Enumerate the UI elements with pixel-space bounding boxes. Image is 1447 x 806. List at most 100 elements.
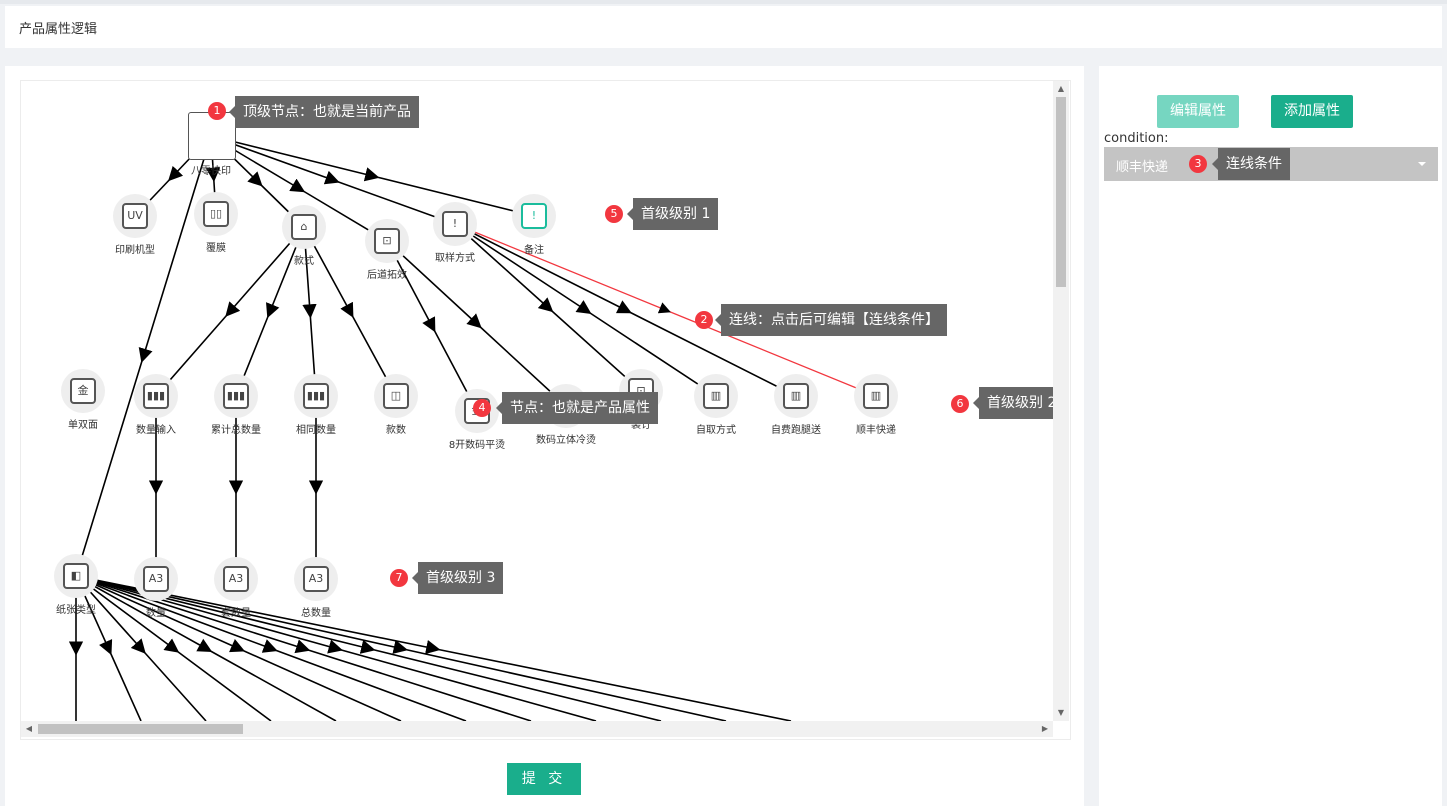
horizontal-scroll-thumb[interactable] <box>38 724 243 734</box>
node-label: 款数 <box>386 425 406 436</box>
page-header: 产品属性逻辑 <box>5 6 1442 48</box>
top-strip <box>0 0 1447 4</box>
node-note[interactable]: ! 备注 <box>489 194 579 256</box>
annotation-badge: 1 <box>208 102 226 120</box>
books-icon: ▮▮▮ <box>303 383 329 409</box>
style-icon: ⌂ <box>291 214 317 240</box>
node-setqty[interactable]: A3 套数量 <box>191 557 281 619</box>
node-circle: ◫ <box>374 374 418 418</box>
node-circle: ! <box>433 202 477 246</box>
node-label: 备注 <box>524 245 544 256</box>
vertical-scroll-thumb[interactable] <box>1056 97 1066 287</box>
edit-attribute-button[interactable]: 编辑属性 <box>1157 95 1239 128</box>
a3-icon: A3 <box>143 566 169 592</box>
node-label: 数量输入 <box>136 425 176 436</box>
root-node[interactable] <box>188 112 236 160</box>
condition-label: condition: <box>1104 131 1169 146</box>
node-label: 取样方式 <box>435 253 475 264</box>
node-circle: ◧ <box>54 554 98 598</box>
scroll-up-icon[interactable]: ▲ <box>1056 83 1066 95</box>
annotation-badge: 5 <box>605 205 623 223</box>
node-label: 印刷机型 <box>115 245 155 256</box>
crop-icon: ⊡ <box>374 228 400 254</box>
uv-icon: UV <box>122 203 148 229</box>
annotation-badge: 3 <box>1189 155 1207 173</box>
annotation-tooltip: 连线：点击后可编辑【连线条件】 <box>715 304 947 336</box>
node-label: 数量 <box>146 608 166 619</box>
node-style[interactable]: ⌂ 款式 <box>259 205 349 267</box>
chevron-down-icon <box>1418 162 1426 166</box>
node-circle: 金 <box>61 369 105 413</box>
bar-chart-icon: ▥ <box>703 383 729 409</box>
node-run[interactable]: ▥ 自费跑腿送 <box>751 374 841 436</box>
film-icon: ▯▯ <box>203 201 229 227</box>
side-icon: 金 <box>70 378 96 404</box>
annotation-tooltip: 首级级别 2 <box>972 387 1065 419</box>
scroll-left-icon[interactable]: ◀ <box>23 723 35 735</box>
node-circle: A3 <box>214 557 258 601</box>
node-circle: A3 <box>134 557 178 601</box>
node-circle: ▮▮▮ <box>294 374 338 418</box>
a3-icon: A3 <box>303 566 329 592</box>
node-label: 覆膜 <box>206 243 226 254</box>
node-circle: UV <box>113 194 157 238</box>
node-total[interactable]: ▮▮▮ 累计总数量 <box>191 374 281 436</box>
node-uv[interactable]: UV 印刷机型 <box>90 194 180 256</box>
node-circle: ▥ <box>854 374 898 418</box>
submit-button[interactable]: 提 交 <box>507 763 581 795</box>
node-label: 8开数码平烫 <box>448 440 506 451</box>
books-icon: ▮▮▮ <box>223 383 249 409</box>
graph-canvas[interactable]: 八零快印 UV 印刷机型 ▯▯ 覆膜 ⌂ 款式 ⊡ 后道拓效! 取样方式! 备注金单双面 ▮▮▮ 数量… <box>20 80 1071 740</box>
a3-icon: A3 <box>223 566 249 592</box>
node-circle: ▯▯ <box>194 192 238 236</box>
node-totalqty[interactable]: A3 总数量 <box>271 557 361 619</box>
node-count[interactable]: ◫ 款数 <box>351 374 441 436</box>
node-sf[interactable]: ▥ 顺丰快递 <box>831 374 921 436</box>
node-label: 款式 <box>294 256 314 267</box>
scroll-right-icon[interactable]: ▶ <box>1039 723 1051 735</box>
paper-icon: ◧ <box>63 563 89 589</box>
node-label: 数码立体冷烫 <box>536 435 596 446</box>
scroll-down-icon[interactable]: ▼ <box>1056 707 1066 719</box>
annotation-tooltip: 首级级别 3 <box>411 562 504 594</box>
annotation-badge: 2 <box>695 311 713 329</box>
annotation-tooltip: 连线条件 <box>1212 148 1290 180</box>
vertical-scrollbar[interactable]: ▲ ▼ <box>1053 81 1069 721</box>
alert-icon: ! <box>442 211 468 237</box>
annotation-tooltip: 节点：也就是产品属性 <box>496 392 658 424</box>
node-sample[interactable]: ! 取样方式 <box>410 202 500 264</box>
node-circle: ! <box>512 194 556 238</box>
node-circle: A3 <box>294 557 338 601</box>
node-label: 自取方式 <box>696 425 736 436</box>
node-label: 纸张类型 <box>56 605 96 616</box>
root-node-label: 八零快印 <box>191 166 231 177</box>
note-icon: ! <box>521 203 547 229</box>
node-qty_in[interactable]: ▮▮▮ 数量输入 <box>111 374 201 436</box>
node-same[interactable]: ▮▮▮ 相同数量 <box>271 374 361 436</box>
node-pickup[interactable]: ▥ 自取方式 <box>671 374 761 436</box>
books-icon: ▮▮▮ <box>143 383 169 409</box>
node-label: 累计总数量 <box>211 425 261 436</box>
node-label: 总数量 <box>301 608 331 619</box>
node-paper[interactable]: ◧ 纸张类型 <box>31 554 121 616</box>
bar-chart-icon: ▥ <box>863 383 889 409</box>
condition-value: 顺丰快递 <box>1116 160 1169 175</box>
node-label: 相同数量 <box>296 425 336 436</box>
node-label: 顺丰快递 <box>856 425 896 436</box>
annotation-badge: 7 <box>390 569 408 587</box>
node-circle: ⌂ <box>282 205 326 249</box>
add-attribute-button[interactable]: 添加属性 <box>1271 95 1353 128</box>
node-label: 自费跑腿送 <box>771 425 821 436</box>
node-circle: ▮▮▮ <box>134 374 178 418</box>
annotation-tooltip: 首级级别 1 <box>626 198 719 230</box>
horizontal-scrollbar[interactable]: ◀ ▶ <box>21 721 1053 737</box>
node-label: 后道拓效 <box>367 270 407 281</box>
page-title: 产品属性逻辑 <box>19 22 98 37</box>
bar-chart-icon: ▥ <box>783 383 809 409</box>
node-circle: ▥ <box>694 374 738 418</box>
node-qty[interactable]: A3 数量 <box>111 557 201 619</box>
node-film[interactable]: ▯▯ 覆膜 <box>171 192 261 254</box>
annotation-badge: 4 <box>473 399 491 417</box>
node-label: 套数量 <box>221 608 251 619</box>
node-circle: ▮▮▮ <box>214 374 258 418</box>
